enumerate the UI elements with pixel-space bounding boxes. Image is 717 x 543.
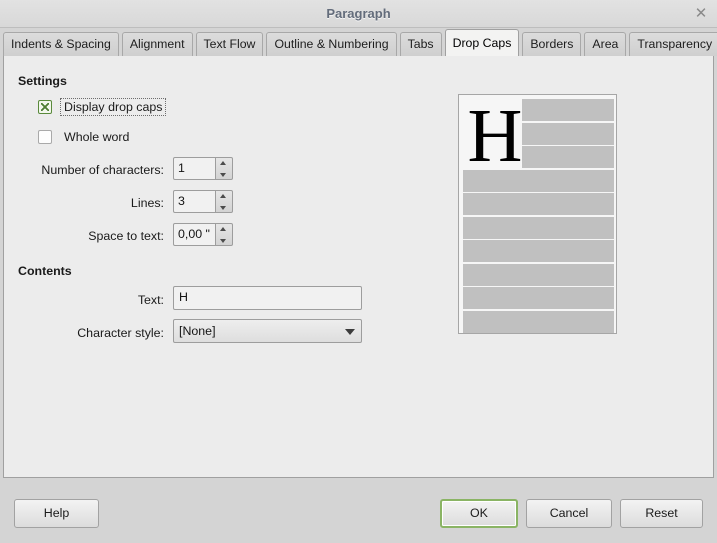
- space-to-text-label: Space to text:: [88, 229, 164, 243]
- preview-text-line: [463, 240, 614, 262]
- number-of-characters-label: Number of characters:: [41, 163, 164, 177]
- space-to-text-stepper[interactable]: 0,00 ": [173, 223, 233, 246]
- drop-caps-panel: Settings Display drop caps Whole word Nu…: [3, 56, 714, 478]
- chevron-down-icon: [339, 320, 361, 342]
- character-style-dropdown[interactable]: [None]: [173, 319, 362, 343]
- preview-text-line: [522, 146, 614, 168]
- text-label: Text:: [137, 293, 164, 307]
- window-title: Paragraph: [326, 6, 391, 21]
- preview-text-line: [463, 287, 614, 309]
- tab-indents-spacing[interactable]: Indents & Spacing: [3, 32, 119, 56]
- tab-borders[interactable]: Borders: [522, 32, 582, 56]
- number-of-characters-stepper[interactable]: 1: [173, 157, 233, 180]
- lines-spin-buttons: [216, 190, 233, 213]
- tab-text-flow[interactable]: Text Flow: [195, 32, 264, 56]
- lines-decrement[interactable]: [216, 202, 232, 213]
- titlebar: Paragraph ✕: [0, 0, 717, 28]
- space-to-text-spin-buttons: [216, 223, 233, 246]
- tab-tabs[interactable]: Tabs: [399, 32, 442, 56]
- text-input[interactable]: H: [173, 286, 362, 310]
- preview-text-line: [463, 193, 614, 215]
- ok-button[interactable]: OK: [440, 499, 518, 528]
- tab-alignment[interactable]: Alignment: [121, 32, 193, 56]
- lines-stepper[interactable]: 3: [173, 190, 233, 213]
- preview-text-line: [463, 263, 614, 286]
- drop-caps-preview: H: [458, 94, 617, 334]
- tab-transparency[interactable]: Transparency: [629, 32, 717, 56]
- reset-button[interactable]: Reset: [620, 499, 703, 528]
- number-of-characters-increment[interactable]: [216, 158, 232, 169]
- tabs-strip: Indents & Spacing Alignment Text Flow Outli…: [3, 29, 717, 56]
- character-style-label: Character style:: [77, 326, 164, 340]
- display-drop-caps-checkbox[interactable]: [38, 100, 52, 114]
- tab-drop-caps[interactable]: Drop Caps: [444, 29, 520, 56]
- lines-label: Lines:: [130, 196, 164, 210]
- whole-word-label: Whole word: [64, 130, 130, 144]
- settings-group-label: Settings: [18, 74, 67, 88]
- preview-text-line: [463, 310, 614, 333]
- close-icon[interactable]: ✕: [691, 5, 711, 23]
- space-to-text-decrement[interactable]: [216, 235, 232, 246]
- paragraph-dialog: Paragraph ✕ Indents & Spacing Alignment Te…: [0, 0, 717, 543]
- number-of-characters-value[interactable]: 1: [173, 157, 216, 180]
- tab-area[interactable]: Area: [584, 32, 627, 56]
- preview-text-line: [463, 216, 614, 239]
- display-drop-caps-checkbox-row[interactable]: Display drop caps: [38, 98, 167, 116]
- number-of-characters-spin-buttons: [216, 157, 233, 180]
- space-to-text-increment[interactable]: [216, 224, 232, 235]
- display-drop-caps-label: Display drop caps: [59, 98, 167, 116]
- lines-value[interactable]: 3: [173, 190, 216, 213]
- contents-group-label: Contents: [18, 264, 72, 278]
- preview-text-line: [522, 99, 614, 121]
- help-button[interactable]: Help: [14, 499, 99, 528]
- preview-page: H: [463, 94, 614, 333]
- tab-bar: Indents & Spacing Alignment Text Flow Outli…: [0, 29, 717, 57]
- tab-outline-numbering[interactable]: Outline & Numbering: [266, 32, 397, 56]
- preview-text-line: [463, 169, 614, 192]
- character-style-value: [None]: [179, 324, 216, 338]
- space-to-text-value[interactable]: 0,00 ": [173, 223, 216, 246]
- preview-dropcap-letter: H: [467, 94, 523, 178]
- whole-word-checkbox-row[interactable]: Whole word: [38, 129, 132, 145]
- cancel-button[interactable]: Cancel: [526, 499, 612, 528]
- number-of-characters-decrement[interactable]: [216, 169, 232, 180]
- whole-word-checkbox[interactable]: [38, 130, 52, 144]
- preview-text-line: [522, 122, 614, 145]
- lines-increment[interactable]: [216, 191, 232, 202]
